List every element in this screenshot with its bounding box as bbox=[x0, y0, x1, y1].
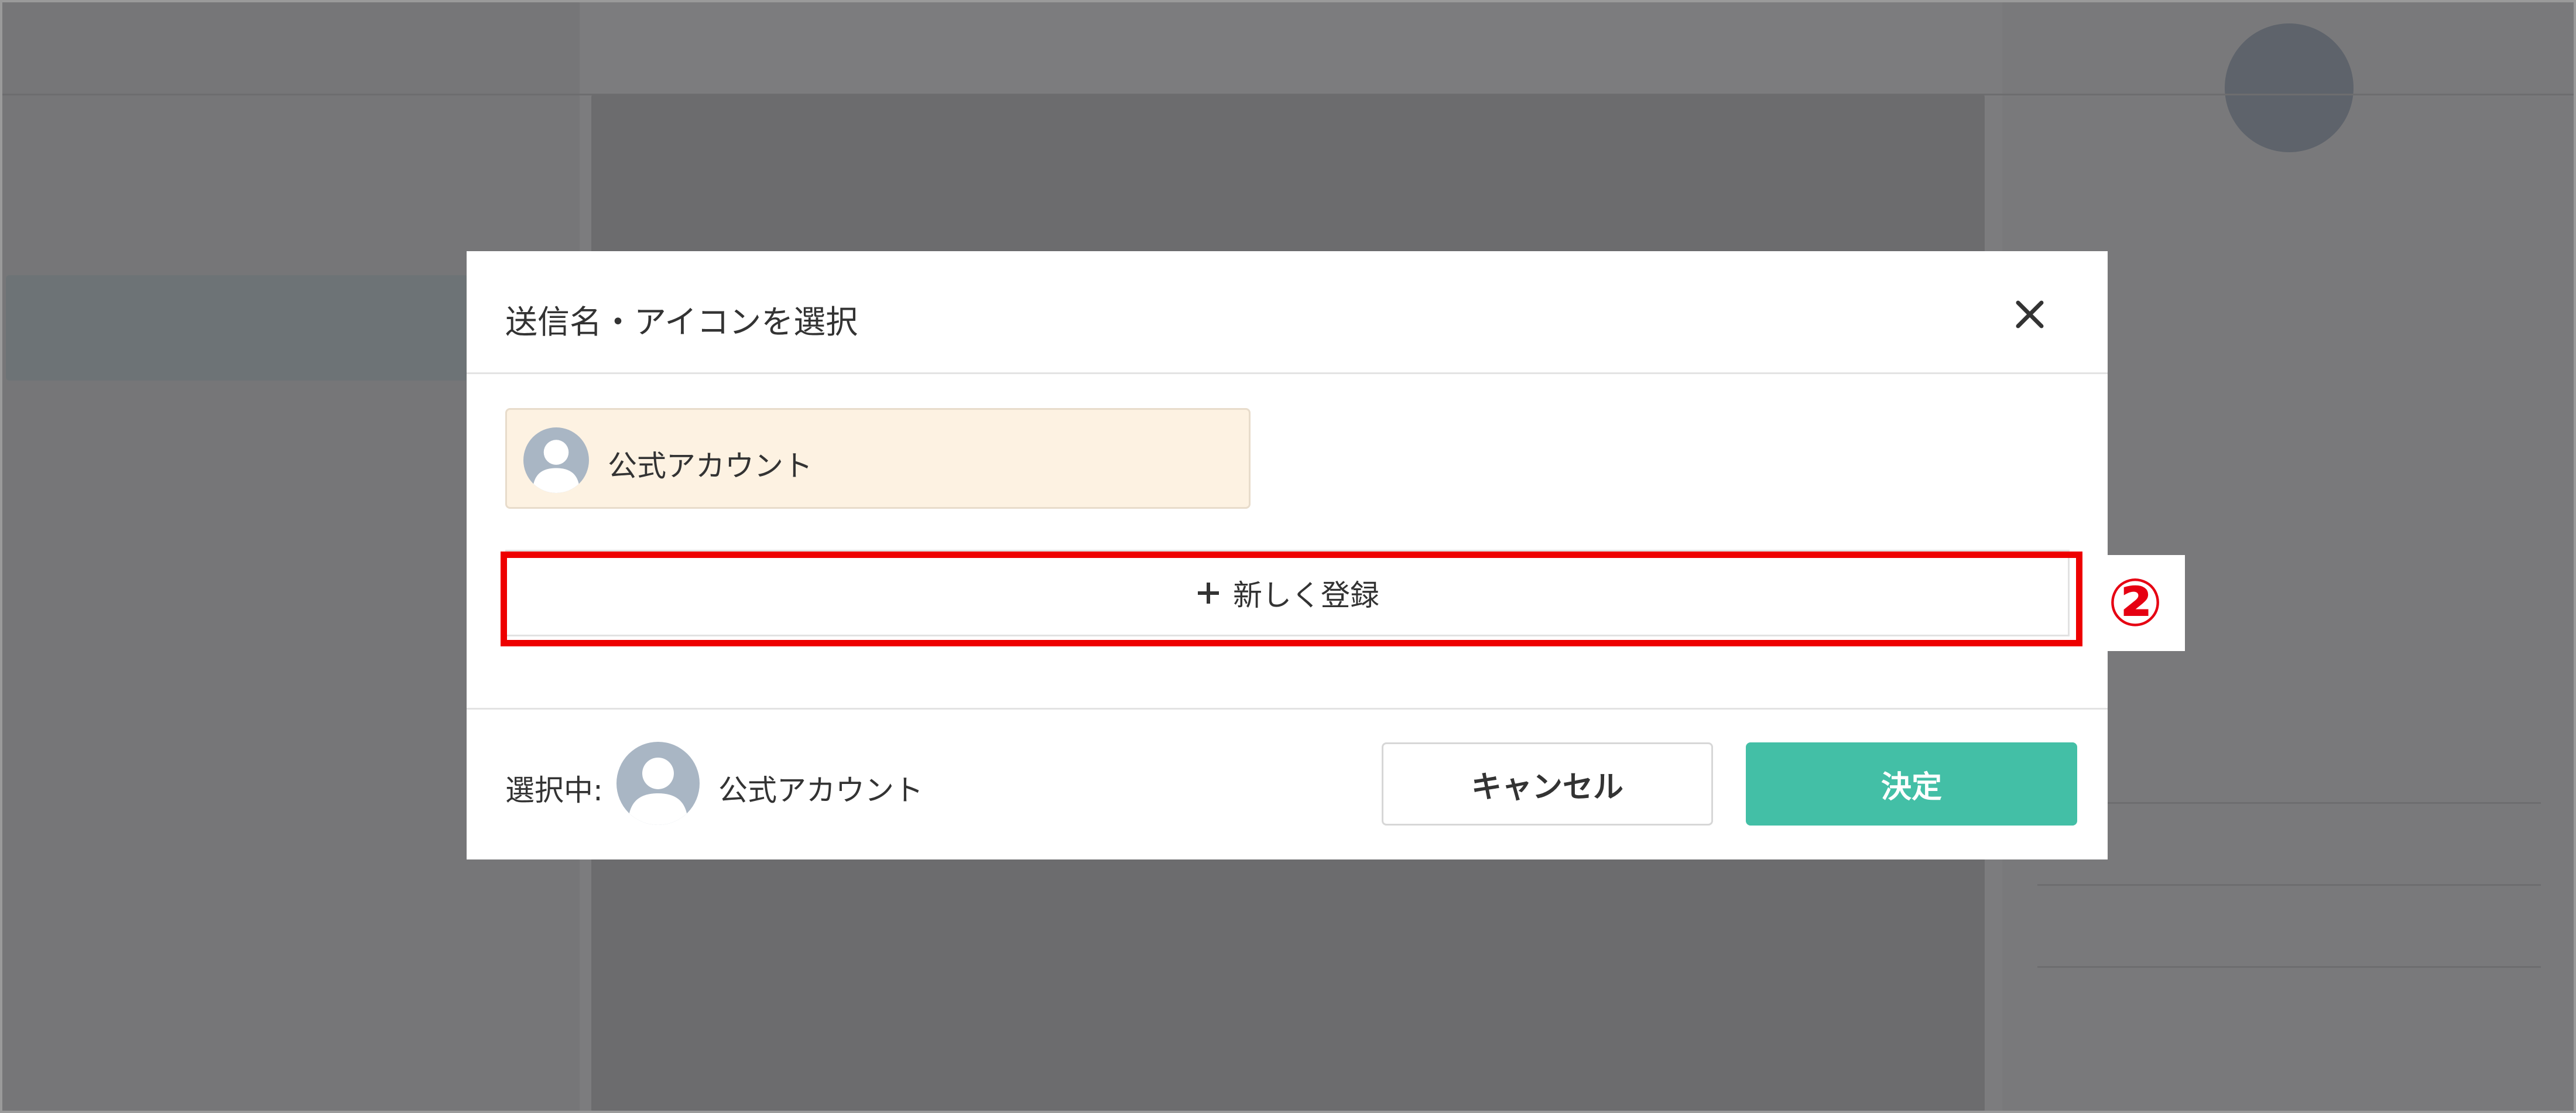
selected-avatar bbox=[616, 742, 700, 825]
new-register-label: 新しく登録 bbox=[1233, 578, 1379, 612]
confirm-button[interactable]: 決定 bbox=[1746, 742, 2077, 826]
close-button[interactable] bbox=[2012, 297, 2047, 332]
new-register-button[interactable]: 新しく登録 bbox=[505, 550, 2070, 636]
dialog-footer: 選択中: 公式アカウント キャンセル 決定 bbox=[467, 708, 2108, 859]
avatar bbox=[523, 427, 589, 493]
default-person-avatar-icon bbox=[532, 440, 580, 493]
step-number: ② bbox=[2107, 565, 2163, 641]
selected-account-name: 公式アカウント bbox=[718, 773, 923, 807]
account-option-selected[interactable]: 公式アカウント bbox=[505, 408, 1251, 509]
sender-select-dialog: 送信名・アイコンを選択 公式アカウント 新しく登録 選択中: 公式アカウント キ… bbox=[467, 251, 2108, 859]
close-icon bbox=[2016, 300, 2044, 328]
cancel-button[interactable]: キャンセル bbox=[1382, 742, 1713, 826]
account-name: 公式アカウント bbox=[608, 449, 813, 483]
selected-label: 選択中: bbox=[505, 773, 603, 807]
annotation-step-marker: ② bbox=[2085, 555, 2185, 651]
dialog-title: 送信名・アイコンを選択 bbox=[505, 303, 858, 341]
default-person-avatar-icon bbox=[628, 757, 688, 825]
dialog-header: 送信名・アイコンを選択 bbox=[467, 251, 2108, 374]
plus-icon bbox=[1198, 583, 1219, 604]
